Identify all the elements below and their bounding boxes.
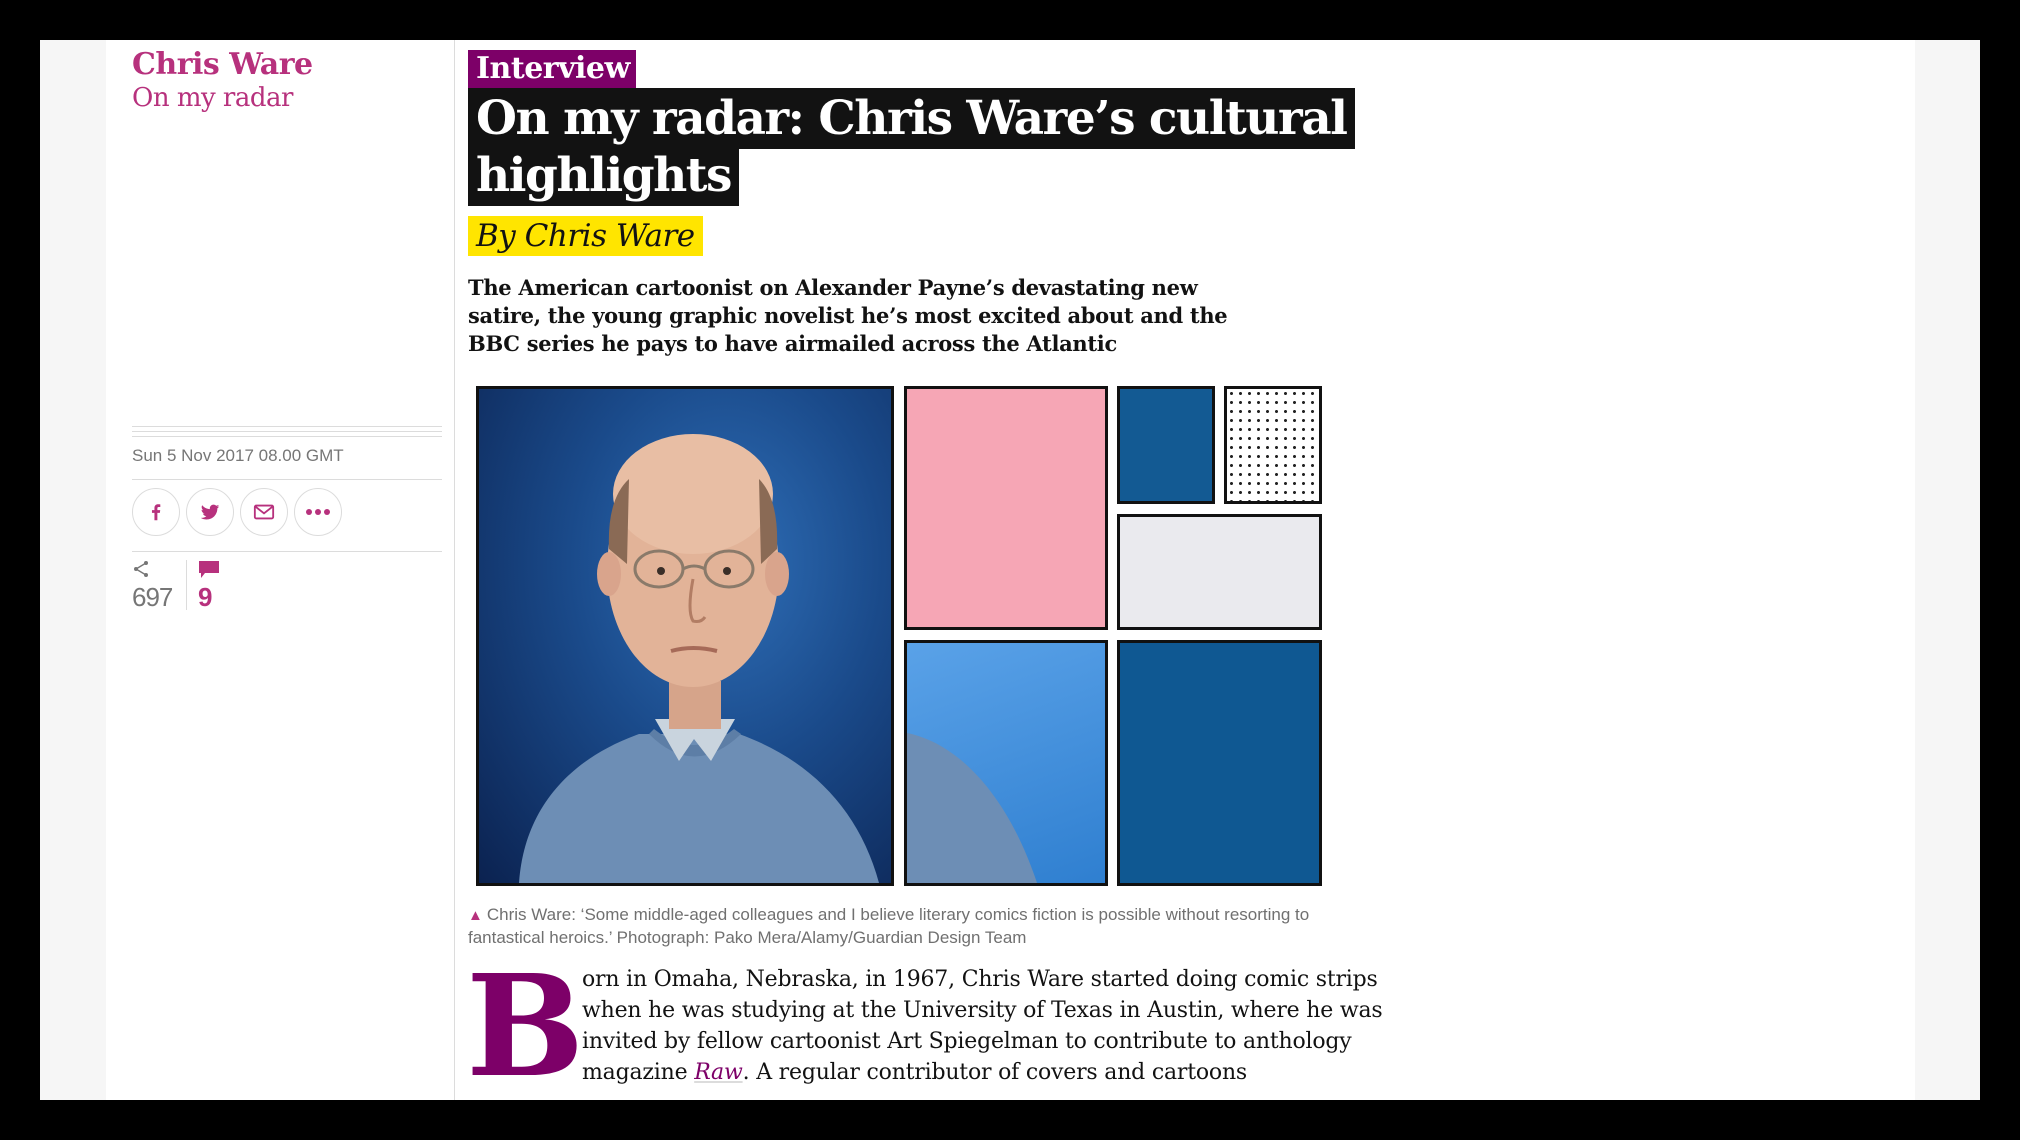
article-headline: On my radar: Chris Ware’s cultural highl… — [468, 88, 1368, 206]
series-title-link[interactable]: Chris Ware — [132, 48, 313, 82]
grey-panel — [1117, 514, 1322, 630]
share-facebook-button[interactable] — [132, 488, 180, 536]
email-icon — [253, 504, 275, 520]
lead-image — [476, 386, 1326, 886]
article-standfirst: The American cartoonist on Alexander Pay… — [468, 275, 1228, 356]
count-divider — [186, 560, 187, 610]
blue-panel-small — [1117, 386, 1215, 504]
article-byline[interactable]: By Chris Ware — [468, 216, 703, 256]
drop-cap: B — [466, 945, 585, 1100]
article-kicker[interactable]: Interview — [468, 50, 636, 88]
share-count: 697 — [132, 582, 173, 612]
pink-panel — [904, 386, 1108, 630]
headline-text: On my radar: Chris Ware’s cultural highl… — [468, 88, 1355, 206]
share-buttons — [132, 488, 342, 538]
rail-separator — [132, 551, 442, 552]
publication-date: Sun 5 Nov 2017 08.00 GMT — [132, 446, 344, 465]
article-page: Chris Ware On my radar Sun 5 Nov 2017 08… — [106, 40, 1915, 1100]
bright-blue-panel — [904, 640, 1108, 886]
caption-triangle-icon: ▲ — [468, 907, 483, 924]
facebook-icon — [151, 504, 161, 521]
raw-magazine-link[interactable]: Raw — [694, 1060, 743, 1085]
browser-viewport: Chris Ware On my radar Sun 5 Nov 2017 08… — [40, 40, 1980, 1100]
body-text-after-link: . A regular contributor of covers and ca… — [742, 1060, 1248, 1085]
column-rule — [454, 40, 455, 1100]
series-subtitle-link[interactable]: On my radar — [132, 82, 293, 114]
share-icon — [134, 561, 148, 577]
comment-count: 9 — [198, 582, 213, 612]
share-more-button[interactable] — [294, 488, 342, 536]
rail-separator — [132, 479, 442, 480]
portrait-panel — [476, 386, 894, 886]
share-email-button[interactable] — [240, 488, 288, 536]
rail-divider-lines — [132, 426, 442, 442]
share-twitter-button[interactable] — [186, 488, 234, 536]
image-caption: ▲ Chris Ware: ‘Some middle-aged colleague… — [468, 904, 1338, 949]
sweater-shoulder-illustration — [907, 733, 1037, 883]
article-body-paragraph: orn in Omaha, Nebraska, in 1967, Chris W… — [582, 964, 1442, 1088]
caption-text: Chris Ware: ‘Some middle-aged colleagues… — [468, 905, 1310, 947]
dark-blue-panel — [1117, 640, 1322, 886]
more-icon — [306, 509, 330, 515]
portrait-illustration — [519, 434, 879, 883]
twitter-icon — [200, 504, 220, 520]
comment-icon — [199, 561, 219, 578]
dotted-panel — [1224, 386, 1322, 504]
